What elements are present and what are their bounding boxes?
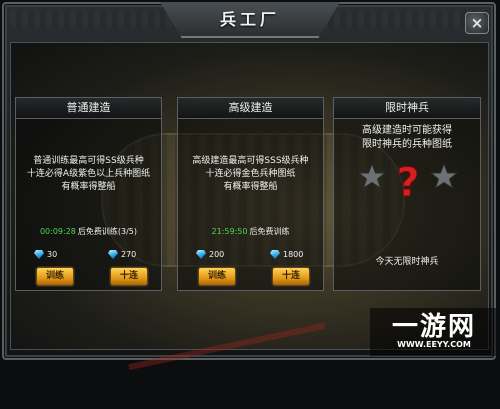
watermark-logo: 一游网 <box>391 312 476 342</box>
single-cost: 200 <box>196 249 224 261</box>
question-mark-icon: ? <box>396 160 419 202</box>
cost-value: 1800 <box>283 250 304 259</box>
ten-pull-button[interactable]: 十连 <box>110 267 148 286</box>
normal-build-panel: 普通建造 普通训练最高可得SS级兵种 十连必得A级紫色以上兵种图纸 有概率得整船… <box>15 97 162 291</box>
cost-value: 270 <box>121 250 137 259</box>
panel-header: 高级建造 <box>178 98 323 119</box>
ten-pull-button[interactable]: 十连 <box>272 267 310 286</box>
timer-label: 后免费训练 <box>249 227 290 236</box>
deck-marking <box>128 322 334 409</box>
cost-value: 200 <box>209 250 225 259</box>
description-line: 有概率得整船 <box>61 182 116 192</box>
free-train-timer: 21:59:50 后免费训练 <box>178 226 323 237</box>
dialog-content: 普通建造 普通训练最高可得SS级兵种 十连必得A级紫色以上兵种图纸 有概率得整船… <box>10 42 489 409</box>
ten-cost: 270 <box>108 249 136 261</box>
description-line: 限时神兵的兵种图纸 <box>362 139 452 150</box>
description-line: 高级建造时可能获得 <box>362 125 452 136</box>
description-line: 普通训练最高可得SS级兵种 <box>33 156 144 166</box>
mystery-reward-icon: ? <box>358 160 458 202</box>
star-icon <box>358 162 387 190</box>
description-line: 有概率得整船 <box>223 182 278 192</box>
cost-value: 30 <box>47 250 58 259</box>
diamond-icon <box>270 250 280 259</box>
watermark-url: WWW.EEYY.COM <box>397 340 471 349</box>
panel-header: 限时神兵 <box>334 98 480 119</box>
train-button[interactable]: 训练 <box>198 267 236 286</box>
dialog-title: 兵工厂 <box>219 10 280 29</box>
timer-countdown: 00:09:28 <box>39 227 76 236</box>
description-line: 十连必得A级紫色以上兵种图纸 <box>26 169 151 179</box>
free-train-timer: 00:09:28 后免费训练(3/5) <box>16 226 161 237</box>
limited-soldier-description: 高级建造时可能获得 限时神兵的兵种图纸 <box>334 124 480 152</box>
diamond-icon <box>34 250 44 259</box>
description-line: 高级建造最高可得SSS级兵种 <box>192 156 309 166</box>
train-button[interactable]: 训练 <box>36 267 74 286</box>
normal-build-description: 普通训练最高可得SS级兵种 十连必得A级紫色以上兵种图纸 有概率得整船 <box>16 155 161 194</box>
star-icon <box>429 162 458 190</box>
description-line: 十连必得金色兵种图纸 <box>205 169 296 179</box>
ten-cost: 1800 <box>270 249 303 261</box>
advanced-build-panel: 高级建造 高级建造最高可得SSS级兵种 十连必得金色兵种图纸 有概率得整船 21… <box>177 97 324 291</box>
diamond-icon <box>108 250 118 259</box>
timer-label: 后免费训练(3/5) <box>77 227 138 236</box>
panel-header: 普通建造 <box>16 98 161 119</box>
limited-soldier-panel: 限时神兵 高级建造时可能获得 限时神兵的兵种图纸 ? 今天无限时神兵 <box>333 97 481 291</box>
timer-countdown: 21:59:50 <box>211 227 248 236</box>
single-cost: 30 <box>34 249 57 261</box>
limited-soldier-footer: 今天无限时神兵 <box>375 257 439 267</box>
close-button[interactable]: × <box>465 12 489 34</box>
diamond-icon <box>196 250 206 259</box>
advanced-build-description: 高级建造最高可得SSS级兵种 十连必得金色兵种图纸 有概率得整船 <box>178 155 323 194</box>
